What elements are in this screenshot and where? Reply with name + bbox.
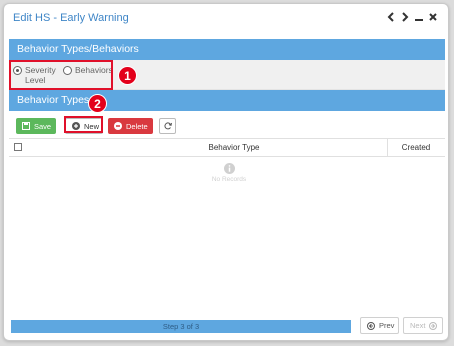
wizard-progress-bar: Step 3 of 3	[11, 320, 351, 333]
minus-circle-icon	[114, 122, 122, 130]
empty-state-text: No Records	[211, 176, 247, 183]
section-header-label: Behavior Types/Behaviors	[17, 43, 139, 55]
progress-text: Step 3 of 3	[162, 322, 200, 331]
window-controls	[387, 12, 438, 22]
behavior-types-behaviors-header: Behavior Types/Behaviors	[9, 39, 445, 60]
chevron-right-icon[interactable]	[401, 12, 410, 22]
title-bar: Edit HS - Early Warning	[4, 4, 448, 34]
window-title: Edit HS - Early Warning	[13, 12, 129, 24]
arrow-right-circle-icon	[429, 321, 438, 330]
section-header-label: Behavior Types	[17, 94, 90, 106]
wizard-footer: Step 3 of 3 Prev Next	[11, 317, 443, 335]
prev-button[interactable]: Prev	[360, 317, 399, 334]
callout-highlight-1	[9, 60, 113, 90]
column-header-created[interactable]: Created	[389, 143, 443, 152]
grid-header-row: Behavior Type Created	[9, 139, 445, 157]
callout-highlight-2	[64, 116, 103, 133]
arrow-left-circle-icon	[367, 321, 375, 330]
next-button[interactable]: Next	[403, 317, 443, 334]
callout-badge-1: 1	[118, 66, 137, 85]
next-label: Next	[410, 321, 426, 330]
chevron-left-icon[interactable]	[387, 12, 396, 22]
column-divider	[387, 139, 388, 157]
save-button[interactable]: Save	[16, 118, 56, 134]
refresh-button[interactable]	[159, 118, 176, 134]
prev-label: Prev	[379, 321, 395, 330]
save-icon	[22, 122, 30, 130]
minimize-icon[interactable]	[415, 12, 424, 22]
delete-label: Delete	[126, 121, 148, 131]
select-all-checkbox[interactable]	[14, 143, 22, 151]
refresh-icon	[163, 122, 172, 130]
behavior-types-grid: Behavior Type Created No Records	[9, 138, 445, 308]
close-icon[interactable]	[429, 12, 438, 22]
save-label: Save	[34, 121, 52, 131]
info-icon	[223, 163, 235, 174]
edit-window: Edit HS - Early Warning Behavior Types/B…	[3, 3, 449, 341]
callout-badge-2: 2	[88, 94, 107, 113]
delete-button[interactable]: Delete	[108, 118, 153, 134]
behavior-types-header: Behavior Types	[9, 90, 445, 111]
empty-state: No Records	[204, 163, 254, 183]
column-header-behavior-type[interactable]: Behavior Type	[159, 143, 309, 152]
